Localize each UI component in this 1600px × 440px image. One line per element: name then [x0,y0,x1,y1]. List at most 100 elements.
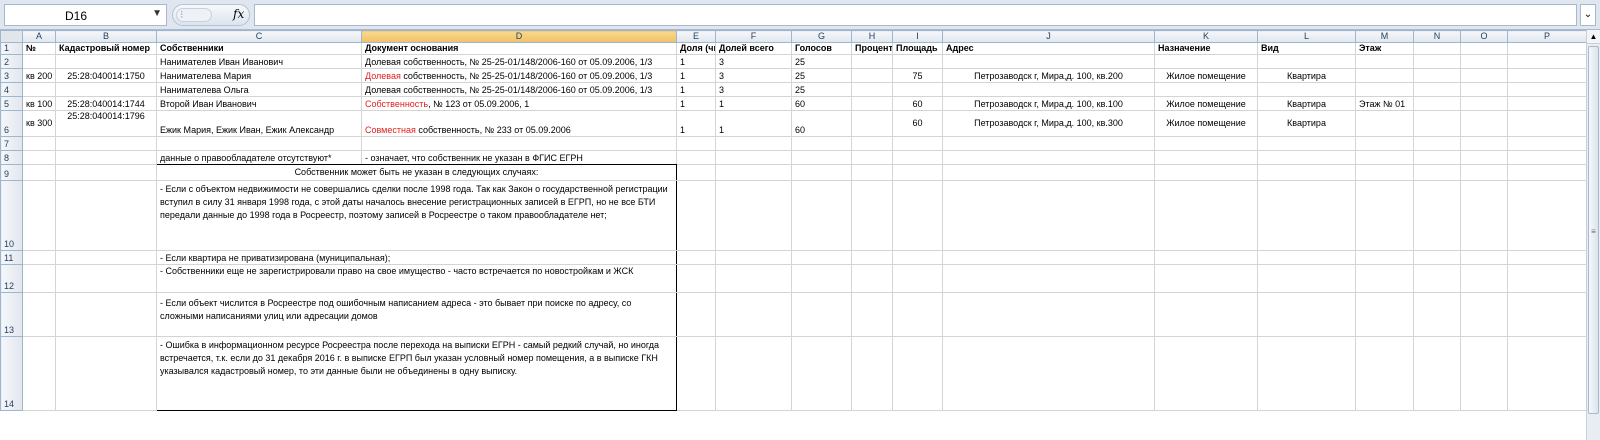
cell[interactable] [1154,250,1258,265]
cell[interactable] [892,180,943,251]
cell[interactable] [1413,150,1461,165]
cell[interactable] [1257,82,1356,97]
cell[interactable] [1355,250,1414,265]
cell[interactable] [942,180,1155,251]
cell[interactable]: Этаж [1355,42,1414,55]
column-header-O[interactable]: O [1460,30,1508,43]
cell[interactable] [1257,180,1356,251]
cell[interactable] [942,54,1155,69]
cell[interactable] [1257,136,1356,151]
cell[interactable]: Петрозаводск г, Мира,д. 100, кв.100 [942,96,1155,111]
cell[interactable] [1355,180,1414,251]
cell[interactable]: Этаж № 01 [1355,96,1414,111]
row-header[interactable]: 4 [0,82,23,97]
cell[interactable] [851,180,893,251]
cell[interactable] [892,292,943,337]
cell[interactable]: Квартира [1257,68,1356,83]
cell[interactable] [1413,180,1461,251]
cell[interactable]: 1 [715,96,792,111]
cell[interactable]: Голосов [791,42,852,55]
cell[interactable] [1257,164,1356,181]
cell[interactable] [1413,68,1461,83]
cell[interactable]: Квартира [1257,96,1356,111]
column-header-M[interactable]: M [1355,30,1414,43]
cell[interactable] [791,180,852,251]
cell[interactable] [22,164,56,181]
cell[interactable] [715,136,792,151]
column-header-F[interactable]: F [715,30,792,43]
cell[interactable] [22,336,56,411]
cell[interactable] [892,150,943,165]
cell[interactable]: 75 [892,68,943,83]
cell[interactable] [715,250,792,265]
cell[interactable] [55,150,157,165]
scrollbar-thumb[interactable]: ≡ [1588,46,1599,414]
cell[interactable]: 60 [791,96,852,111]
cell[interactable] [1507,82,1586,97]
cell[interactable]: 60 [892,96,943,111]
note-text[interactable]: - Если объект числится в Росреестре под … [156,292,677,337]
cell[interactable]: Документ основания [361,42,677,55]
cell[interactable] [22,54,56,69]
row-header[interactable]: 11 [0,250,23,265]
cell[interactable]: 25 [791,54,852,69]
row-header[interactable]: 3 [0,68,23,83]
cell[interactable] [851,68,893,83]
column-header-A[interactable]: A [22,30,56,43]
expand-formula-bar-button[interactable]: ⌄ [1580,4,1596,26]
cell[interactable] [851,336,893,411]
cell[interactable]: 60 [791,110,852,137]
cell[interactable] [1413,82,1461,97]
cell[interactable] [1507,96,1586,111]
vertical-scrollbar[interactable]: ▲ ≡ [1586,30,1600,440]
cell[interactable]: - означает, что собственник не указан в … [361,150,677,165]
cell[interactable] [1257,250,1356,265]
cell[interactable]: 3 [715,68,792,83]
cell[interactable] [1154,336,1258,411]
cell[interactable] [1507,336,1586,411]
cell[interactable] [55,180,157,251]
cell[interactable] [1460,96,1508,111]
cell[interactable]: Долевая собственность, № 25-25-01/148/20… [361,82,677,97]
cell[interactable] [942,82,1155,97]
row-header[interactable]: 5 [0,96,23,111]
cell[interactable] [892,264,943,293]
cell[interactable]: Долевая собственность, № 25-25-01/148/20… [361,68,677,83]
cell[interactable] [1507,110,1586,137]
cell[interactable] [55,292,157,337]
cell[interactable] [851,110,893,137]
cell[interactable]: кв 300 [22,110,56,137]
cell[interactable] [1507,42,1586,55]
cell[interactable]: Совместная собственность, № 233 от 05.09… [361,110,677,137]
cell[interactable]: Жилое помещение [1154,68,1258,83]
cell[interactable] [1257,336,1356,411]
cell[interactable]: Кадастровый номер [55,42,157,55]
cell[interactable] [676,180,716,251]
cell[interactable] [1257,264,1356,293]
cell[interactable]: Назначение [1154,42,1258,55]
cell[interactable]: Долевая собственность, № 25-25-01/148/20… [361,54,677,69]
cell[interactable] [1413,136,1461,151]
cell[interactable] [851,82,893,97]
cell[interactable] [55,82,157,97]
column-header-P[interactable]: P [1507,30,1586,43]
cell[interactable] [851,96,893,111]
cell[interactable] [1355,336,1414,411]
cell[interactable]: Петрозаводск г, Мира,д. 100, кв.200 [942,68,1155,83]
cell[interactable] [1257,292,1356,337]
cell[interactable] [55,164,157,181]
cell[interactable] [1460,42,1508,55]
cell[interactable] [1154,180,1258,251]
row-header[interactable]: 1 [0,42,23,55]
cell[interactable] [1413,336,1461,411]
cell[interactable] [851,150,893,165]
cell[interactable]: Ежик Мария, Ежик Иван, Ежик Александр [156,110,362,137]
cell[interactable] [791,164,852,181]
cell[interactable]: Петрозаводск г, Мира,д. 100, кв.300 [942,110,1155,137]
cell[interactable]: 1 [676,82,716,97]
cell[interactable] [22,250,56,265]
cell[interactable] [1460,264,1508,293]
cell[interactable]: 25:28:040014:1750 [55,68,157,83]
cell[interactable]: 1 [676,68,716,83]
cell[interactable] [1257,54,1356,69]
